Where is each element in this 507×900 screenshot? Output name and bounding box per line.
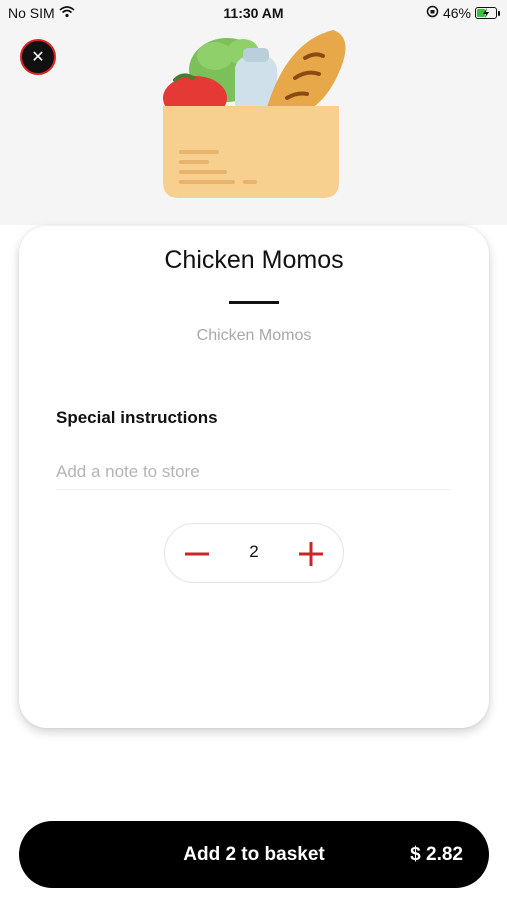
hero-banner: No SIM 11:30 AM 46% ✕ (0, 0, 507, 225)
special-instructions-input[interactable] (56, 454, 451, 490)
close-icon: ✕ (31, 49, 45, 66)
battery-percent: 46% (442, 5, 471, 21)
orientation-lock-icon (426, 5, 439, 21)
increase-quantity-button[interactable] (291, 534, 331, 574)
status-right: 46% (426, 5, 500, 21)
plus-icon (299, 542, 323, 566)
item-title: Chicken Momos (164, 246, 344, 274)
add-to-basket-button[interactable]: Add 2 to basket $ 2.82 (19, 821, 489, 888)
special-instructions-label: Special instructions (56, 408, 218, 427)
title-divider (229, 301, 279, 304)
quantity-stepper: 2 (164, 523, 344, 583)
close-button[interactable]: ✕ (20, 39, 56, 75)
item-card: Chicken Momos Chicken Momos Special inst… (19, 226, 489, 728)
item-description: Chicken Momos (196, 327, 312, 344)
grocery-bag-icon (163, 30, 346, 198)
basket-total-price: $ 2.82 (410, 844, 463, 865)
battery-icon (475, 7, 500, 19)
